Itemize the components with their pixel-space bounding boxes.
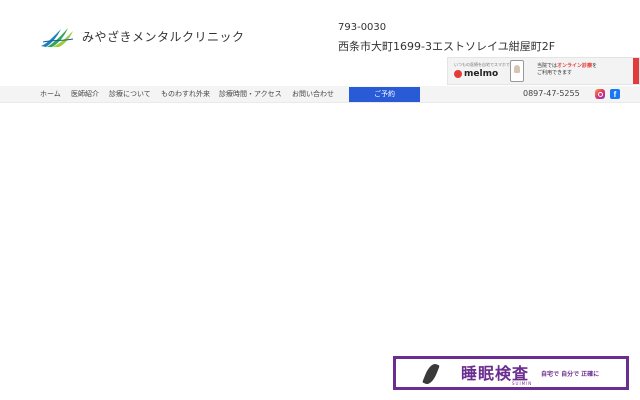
doctor-icon xyxy=(514,65,520,73)
melmo-tagline: いつもの医療を自宅でスマホで xyxy=(454,62,510,67)
site-header: みやざきメンタルクリニック 793-0030 西条市大町1699-3エストソレイ… xyxy=(0,0,640,86)
facebook-icon[interactable]: f xyxy=(610,89,620,99)
melmo-line1-suffix: を xyxy=(592,63,598,69)
melmo-mark-icon xyxy=(454,70,462,78)
melmo-line2: ご利用できます xyxy=(537,70,573,76)
nav-item-hours-access[interactable]: 診療時間・アクセス xyxy=(219,89,282,99)
reserve-button[interactable]: ご予約 xyxy=(349,87,420,102)
sleep-test-subtitle: 自宅で 自分で 正確に xyxy=(541,371,600,378)
nav-item-doctor[interactable]: 医師紹介 xyxy=(71,89,99,99)
sleep-test-romaji: SUIMIN xyxy=(512,381,533,386)
nav-item-treatment[interactable]: 診療について xyxy=(109,89,151,99)
melmo-red-strip xyxy=(633,58,639,84)
melmo-logo: melmo xyxy=(454,69,498,79)
melmo-brand: melmo xyxy=(464,69,499,79)
nav-item-contact[interactable]: お問い合わせ xyxy=(292,89,334,99)
clinic-name[interactable]: みやざきメンタルクリニック xyxy=(82,28,245,45)
smartphone-icon xyxy=(510,60,524,82)
postal-code: 793-0030 xyxy=(338,22,387,33)
nav-item-memory-clinic[interactable]: ものわすれ外来 xyxy=(161,89,210,99)
melmo-online-banner[interactable]: いつもの医療を自宅でスマホで melmo 当院ではオンライン診療を ご利用できま… xyxy=(447,57,640,85)
clinic-address: 西条市大町1699-3エストソレイユ紺屋町2F xyxy=(338,40,556,53)
melmo-line1-accent: オンライン診療 xyxy=(557,63,593,69)
melmo-message: 当院ではオンライン診療を ご利用できます xyxy=(537,63,627,77)
instagram-icon[interactable] xyxy=(595,89,605,99)
nav-item-home[interactable]: ホーム xyxy=(40,89,61,99)
phone-number[interactable]: 0897-47-5255 xyxy=(523,89,580,98)
melmo-line1-prefix: 当院では xyxy=(537,63,558,69)
sleep-test-banner[interactable]: 睡眠検査 SUIMIN 自宅で 自分で 正確に xyxy=(393,356,629,390)
feather-icon xyxy=(422,361,440,387)
clinic-logo-icon[interactable] xyxy=(40,26,74,48)
